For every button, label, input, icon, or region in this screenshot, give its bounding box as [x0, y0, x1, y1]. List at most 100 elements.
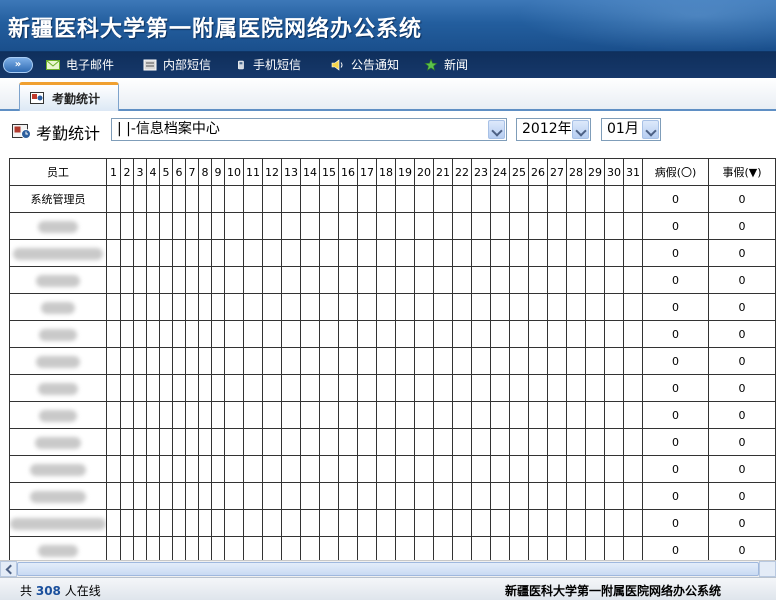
day-cell	[198, 455, 212, 483]
employee-name-cell[interactable]	[9, 266, 107, 294]
day-cell	[433, 401, 453, 429]
employee-name-cell[interactable]	[9, 536, 107, 560]
table-row: 00	[9, 293, 776, 321]
day-cell	[106, 266, 121, 294]
app-title: 新疆医科大学第一附属医院网络办公系统	[8, 17, 423, 42]
day-cell	[338, 455, 358, 483]
month-select[interactable]: 01月	[601, 118, 661, 141]
day-cell	[133, 347, 147, 375]
day-cell	[414, 266, 434, 294]
day-cell	[452, 347, 472, 375]
day-cell	[547, 239, 567, 267]
day-cell	[376, 347, 396, 375]
day-cell	[106, 212, 121, 240]
redacted-name	[35, 436, 81, 449]
day-cell	[623, 239, 643, 267]
day-cell	[300, 428, 320, 456]
chevron-down-icon[interactable]	[572, 120, 589, 139]
day-cell	[243, 509, 263, 537]
day-cell	[133, 374, 147, 402]
day-cell	[357, 266, 377, 294]
day-cell	[262, 185, 282, 213]
day-cell	[243, 536, 263, 560]
employee-name-cell[interactable]	[9, 401, 107, 429]
menu-item-announcements[interactable]: 公告通知	[331, 56, 399, 74]
menu-item-news[interactable]: 新闻	[424, 56, 468, 74]
day-cell	[338, 536, 358, 560]
day-cell	[338, 482, 358, 510]
day-cell	[224, 212, 244, 240]
menu-item-internal-message[interactable]: 内部短信	[143, 56, 211, 74]
chevron-down-icon[interactable]	[488, 120, 505, 139]
personal-leave-count: 0	[708, 266, 776, 294]
day-cell	[604, 536, 624, 560]
employee-name-cell[interactable]	[9, 455, 107, 483]
day-cell	[585, 401, 605, 429]
day-cell	[300, 212, 320, 240]
day-cell	[395, 239, 415, 267]
day-cell	[211, 347, 225, 375]
day-column-header: 27	[547, 158, 567, 186]
day-column-header: 10	[224, 158, 244, 186]
tab-attendance-stats[interactable]: 考勤统计	[19, 82, 119, 111]
day-cell	[172, 266, 186, 294]
chevron-down-icon[interactable]	[642, 120, 659, 139]
day-cell	[281, 239, 301, 267]
day-cell	[623, 185, 643, 213]
scrollbar-thumb[interactable]	[17, 562, 759, 576]
day-cell	[159, 428, 173, 456]
horizontal-scrollbar[interactable]	[0, 560, 776, 577]
menu-toggle-button[interactable]: »	[3, 57, 33, 73]
employee-name-cell[interactable]	[9, 482, 107, 510]
day-cell	[566, 509, 586, 537]
day-cell	[566, 212, 586, 240]
day-cell	[509, 320, 529, 348]
online-count[interactable]: 308	[36, 584, 61, 598]
employee-name-cell[interactable]	[9, 293, 107, 321]
day-column-header: 23	[471, 158, 491, 186]
menu-item-email[interactable]: 电子邮件	[46, 56, 114, 74]
day-cell	[452, 482, 472, 510]
day-cell	[604, 185, 624, 213]
personal-leave-count: 0	[708, 401, 776, 429]
employee-name-cell[interactable]	[9, 374, 107, 402]
day-cell	[585, 185, 605, 213]
day-cell	[319, 428, 339, 456]
day-cell	[211, 401, 225, 429]
day-cell	[585, 536, 605, 560]
employee-name-cell[interactable]: 系统管理员	[9, 185, 107, 213]
day-cell	[262, 428, 282, 456]
day-cell	[243, 320, 263, 348]
attendance-grid: 员工 1 2 3 4 5 6 7 8 9 10 11 12 13 14 15 16 17 18 19 20 21 22 23 2…	[9, 158, 776, 560]
day-cell	[300, 239, 320, 267]
day-cell	[281, 428, 301, 456]
year-select[interactable]: 2012年	[516, 118, 591, 141]
menu-item-label: 电子邮件	[66, 58, 115, 72]
personal-leave-count: 0	[708, 428, 776, 456]
employee-name-cell[interactable]	[9, 239, 107, 267]
day-cell	[338, 401, 358, 429]
day-cell	[452, 374, 472, 402]
menu-item-sms[interactable]: 手机短信	[237, 56, 301, 74]
employee-name-cell[interactable]	[9, 347, 107, 375]
day-cell	[471, 536, 491, 560]
day-cell	[262, 320, 282, 348]
day-cell	[623, 455, 643, 483]
scroll-right-button[interactable]	[759, 561, 776, 577]
day-cell	[509, 401, 529, 429]
employee-name-cell[interactable]	[9, 320, 107, 348]
day-cell	[224, 239, 244, 267]
day-cell	[376, 212, 396, 240]
scroll-left-button[interactable]	[0, 561, 17, 577]
day-cell	[281, 536, 301, 560]
employee-name-cell[interactable]	[9, 509, 107, 537]
day-cell	[281, 455, 301, 483]
day-cell	[243, 428, 263, 456]
day-cell	[490, 347, 510, 375]
redacted-name	[38, 544, 78, 557]
employee-name-cell[interactable]	[9, 428, 107, 456]
employee-name-cell[interactable]	[9, 212, 107, 240]
department-select[interactable]: | |-信息档案中心	[111, 118, 507, 141]
day-cell	[414, 428, 434, 456]
day-cell	[106, 401, 121, 429]
